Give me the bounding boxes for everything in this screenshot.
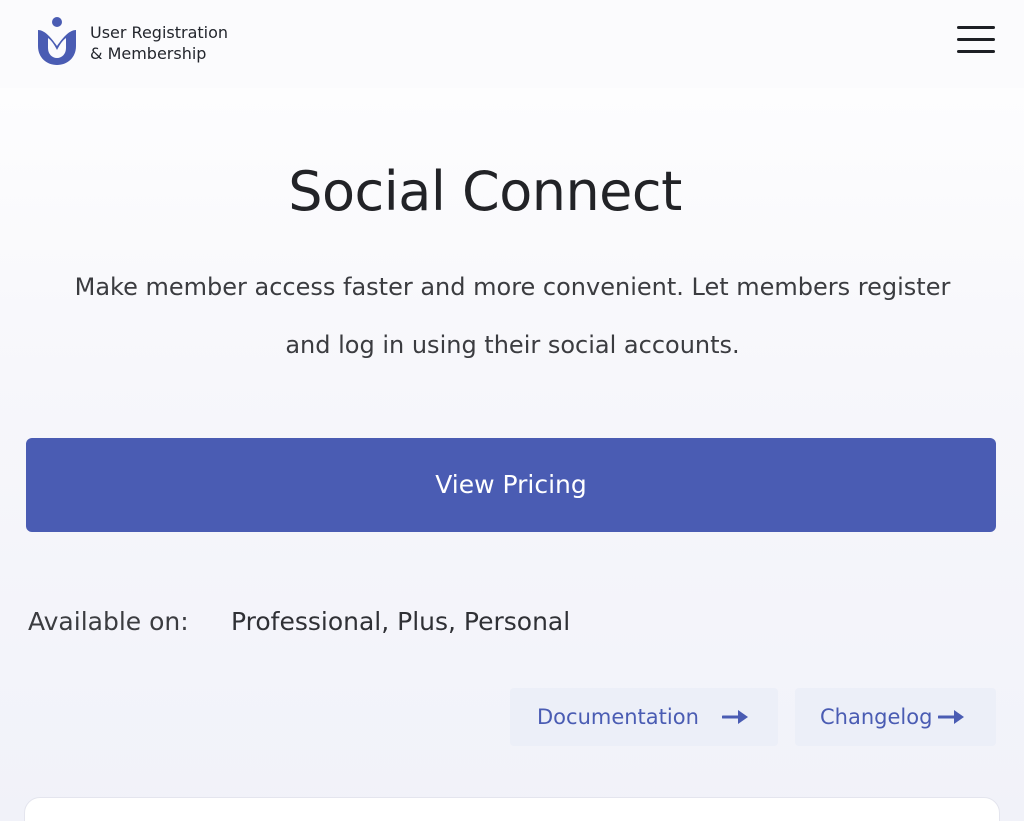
hamburger-line (957, 50, 995, 53)
page-title: Social Connect (288, 160, 682, 223)
page-description: Make member access faster and more conve… (40, 258, 985, 374)
arrow-right-icon (722, 710, 748, 724)
page: User Registration & Membership Social Co… (0, 0, 1024, 821)
arrow-right-icon (938, 710, 964, 724)
documentation-label: Documentation (537, 705, 699, 729)
brand-line-1: User Registration (90, 23, 229, 42)
changelog-button[interactable]: Changelog (795, 688, 996, 746)
hamburger-line (957, 38, 995, 41)
available-plans: Professional, Plus, Personal (231, 607, 571, 636)
site-header: User Registration & Membership (0, 0, 1024, 88)
brand-name[interactable]: User Registration & Membership (90, 22, 228, 64)
hamburger-menu-button[interactable] (955, 24, 997, 56)
description-line-1: Make member access faster and more conve… (74, 273, 951, 301)
documentation-button[interactable]: Documentation (510, 688, 778, 746)
content-card (24, 797, 1000, 821)
available-on-label: Available on: (28, 607, 189, 636)
brand-line-2: & Membership (90, 44, 207, 63)
changelog-label: Changelog (820, 705, 933, 729)
view-pricing-button[interactable]: View Pricing (26, 438, 996, 532)
description-line-2: and log in using their social accounts. (285, 331, 740, 359)
hamburger-menu-icon (957, 26, 995, 29)
user-registration-logo-icon[interactable] (36, 16, 78, 66)
